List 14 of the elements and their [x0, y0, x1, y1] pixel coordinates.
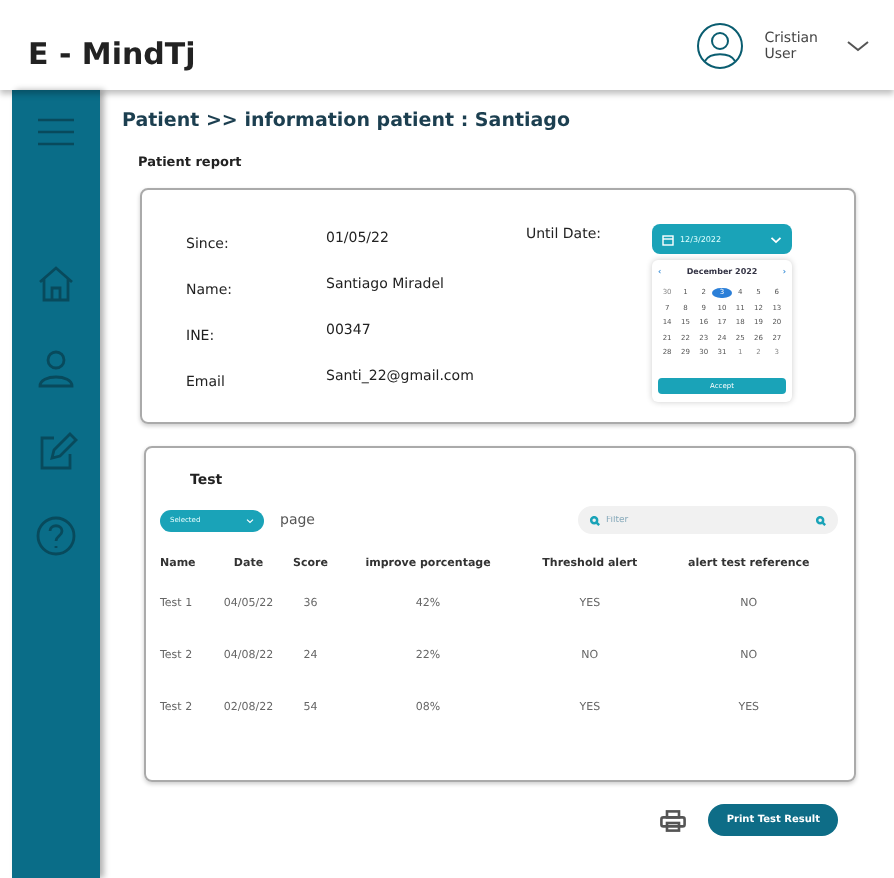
home-icon[interactable]: [34, 262, 78, 306]
person-icon[interactable]: [34, 346, 78, 390]
breadcrumb: Patient >> information patient : Santiago: [122, 110, 572, 132]
menu-icon[interactable]: [38, 118, 74, 146]
search-icon: [590, 515, 600, 525]
app-title: E - MindTj: [28, 33, 198, 71]
calendar-icon: [662, 233, 674, 245]
chevron-down-icon[interactable]: [846, 37, 870, 53]
user-avatar-icon[interactable]: [696, 21, 745, 69]
chevron-down-icon: [770, 233, 782, 245]
search-icon[interactable]: [816, 515, 826, 525]
printer-icon[interactable]: [660, 809, 687, 831]
help-icon[interactable]: [34, 514, 78, 558]
chevron-down-icon: [246, 517, 254, 523]
